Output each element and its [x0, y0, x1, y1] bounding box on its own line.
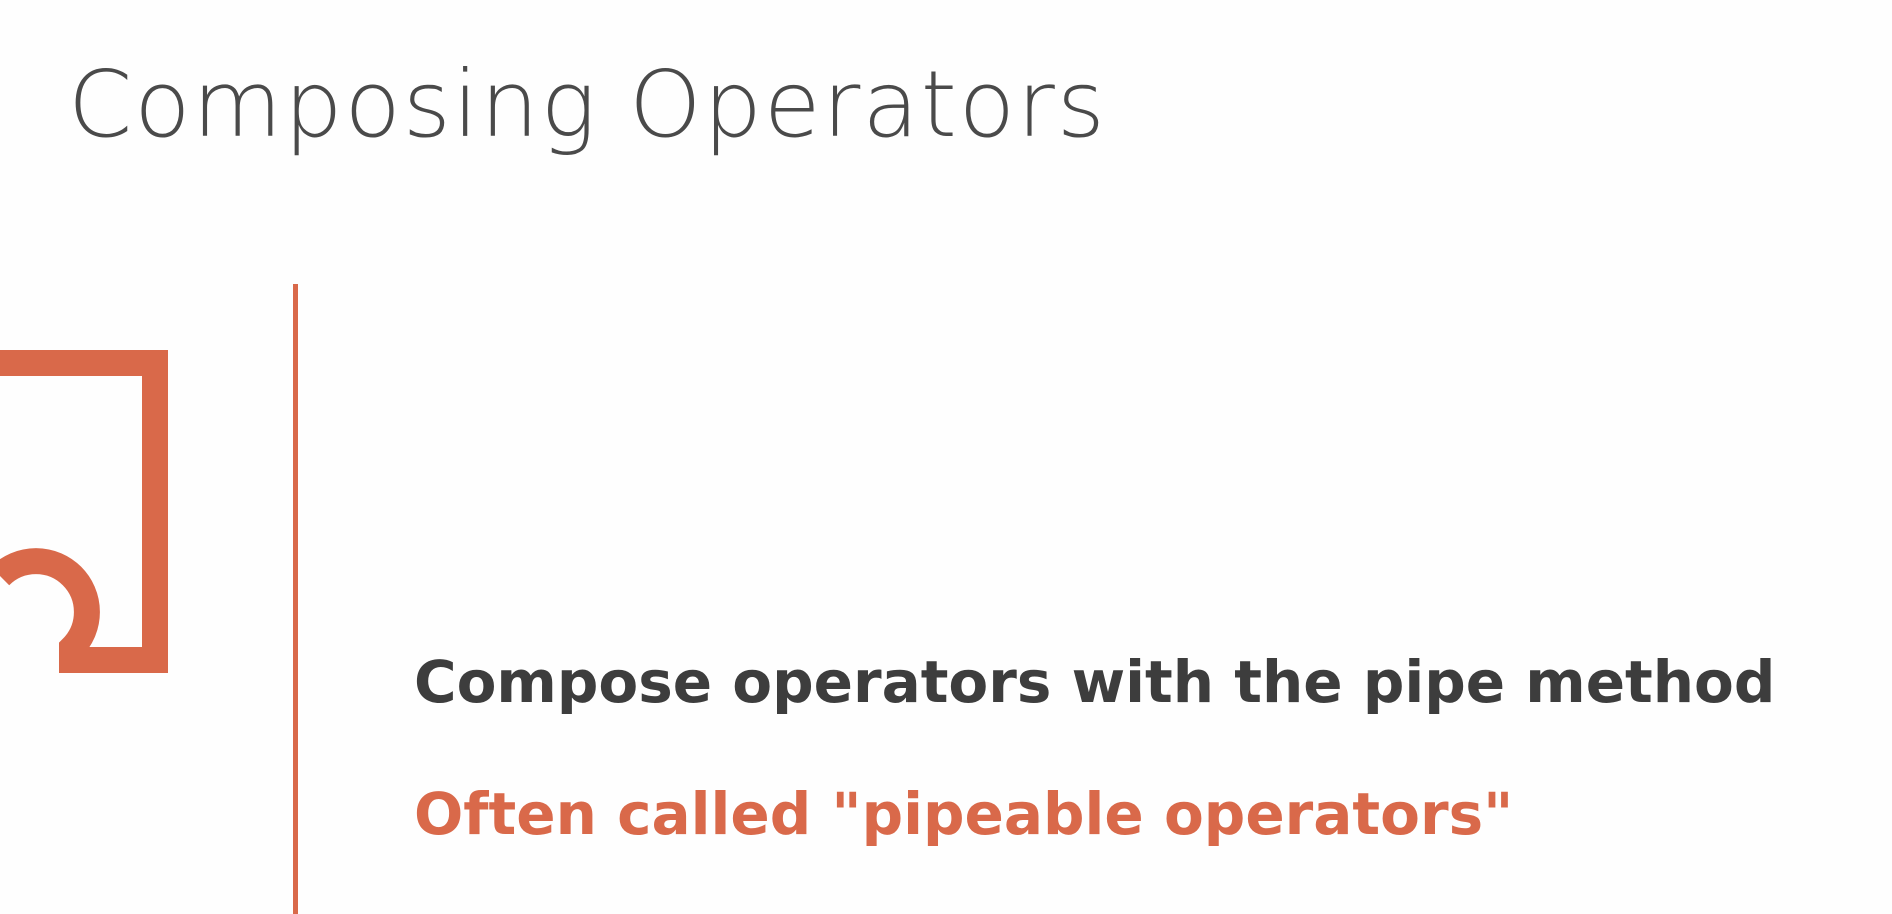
vertical-divider	[293, 284, 298, 914]
bullet-compose-operators: Compose operators with the pipe method	[414, 648, 1776, 716]
slide: Composing Operators Compose operators wi…	[0, 0, 1892, 914]
slide-title: Composing Operators	[68, 51, 1107, 158]
bullet-pipeable-operators: Often called "pipeable operators"	[414, 780, 1514, 848]
puzzle-piece-icon	[0, 350, 168, 673]
